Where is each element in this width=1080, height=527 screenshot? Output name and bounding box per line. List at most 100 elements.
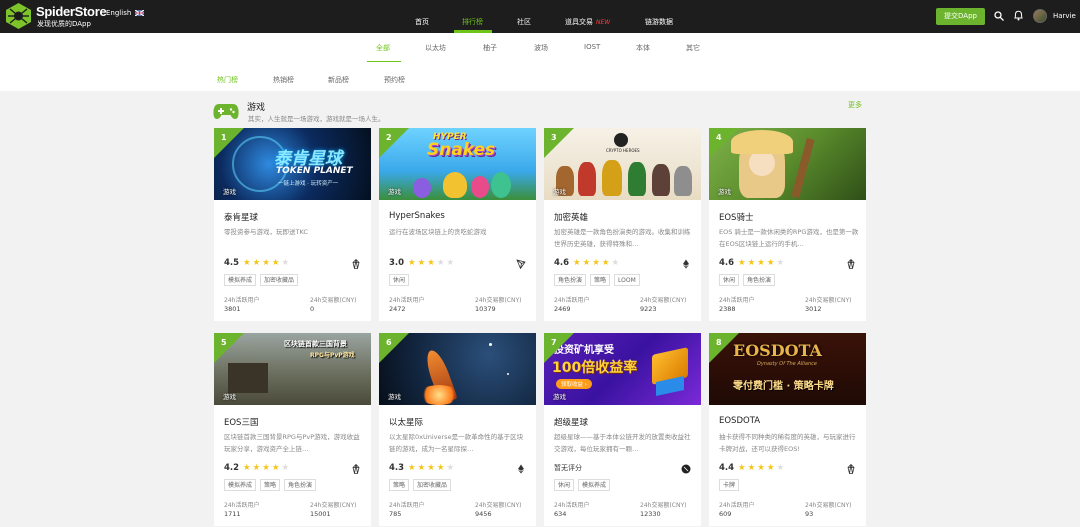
subtab-bestseller[interactable]: 热销榜 (273, 75, 294, 85)
users-value: 2388 (719, 305, 736, 313)
category-tag[interactable]: 角色扮演 (554, 274, 587, 286)
banner-text: TOKEN PLANET (276, 166, 353, 176)
rank-badge (214, 333, 244, 363)
star-empty-icon: ★ (446, 463, 457, 473)
nav-rankings[interactable]: 排行榜 (462, 17, 483, 27)
category-tag[interactable]: 策略 (590, 274, 611, 286)
category-tag[interactable]: 休闲 (719, 274, 740, 286)
rating-score: 4.5 (224, 258, 240, 268)
rank-number: 5 (221, 338, 227, 347)
category-active-indicator (367, 61, 401, 62)
ethereum-icon (683, 259, 689, 269)
card-title[interactable]: EOSDOTA (719, 416, 760, 426)
image-category-tag: 游戏 (223, 393, 236, 401)
category-tag[interactable]: 策略 (260, 479, 281, 491)
eos-icon (847, 464, 855, 474)
category-tab-ethereum[interactable]: 以太坊 (425, 43, 446, 53)
category-tag[interactable]: 加密收藏品 (260, 274, 299, 286)
users-label: 24h活跃用户 (224, 502, 260, 509)
dapp-card[interactable]: 投资矿机享受 100倍收益率 领取收益 › 7 游戏 超级星球 超级星球——基于… (544, 333, 701, 526)
category-tag[interactable]: 角色扮演 (284, 479, 317, 491)
more-link[interactable]: 更多 (848, 100, 862, 110)
card-title[interactable]: EOS骑士 (719, 211, 753, 223)
category-tab-other[interactable]: 其它 (686, 43, 700, 53)
banner-text: Dynasty Of The Alliance (757, 361, 817, 367)
nav-home[interactable]: 首页 (415, 17, 429, 27)
category-tag[interactable]: 角色扮演 (743, 274, 776, 286)
category-tag[interactable]: 卡牌 (719, 479, 740, 491)
category-tag[interactable]: 休闲 (389, 274, 410, 286)
volume-label: 24h交易额(CNY) (805, 297, 852, 304)
users-label: 24h活跃用户 (719, 297, 755, 304)
ethereum-icon (518, 464, 524, 474)
subtab-hot[interactable]: 热门榜 (217, 75, 238, 85)
category-tab-tron[interactable]: 波场 (534, 43, 548, 53)
category-tag[interactable]: LOOM (614, 274, 640, 286)
volume-value: 10379 (475, 305, 496, 313)
uk-flag-icon[interactable] (135, 10, 144, 16)
submit-dapp-button[interactable]: 提交DApp (936, 8, 985, 25)
dapp-card[interactable]: 6 游戏 以太星际 以太星际0xUniverse是一款革命性的基于区块链的游戏，… (379, 333, 536, 526)
username[interactable]: Harvie (1053, 12, 1076, 20)
subtab-new[interactable]: 新品榜 (328, 75, 349, 85)
category-tag[interactable]: 休闲 (554, 479, 575, 491)
section-title: 游戏 (247, 103, 266, 113)
user-avatar[interactable] (1033, 9, 1047, 23)
bell-icon[interactable] (1014, 10, 1023, 21)
category-tab-eos[interactable]: 柚子 (483, 43, 497, 53)
star-empty-icon: ★ (436, 258, 447, 268)
nav-game-data[interactable]: 链游数据 (645, 17, 673, 27)
star-filled-icon: ★ (271, 463, 282, 473)
users-label: 24h活跃用户 (554, 297, 590, 304)
top-navbar: SpiderStore 发现优质的DApp English 首页 排行榜 社区 … (0, 0, 1080, 33)
dapp-card[interactable]: 4 游戏 EOS骑士 EOS 骑士是一款休闲类的RPG游戏，也是第一款在EOS区… (709, 128, 866, 321)
dapp-card[interactable]: 泰肯星球 TOKEN PLANET 一链上游戏 · 玩转资产一 1 游戏 泰肯星… (214, 128, 371, 321)
search-icon[interactable] (994, 11, 1004, 21)
rank-number: 3 (551, 133, 557, 142)
volume-label: 24h交易额(CNY) (640, 502, 687, 509)
card-title[interactable]: 加密英雄 (554, 211, 588, 223)
users-value: 3801 (224, 305, 241, 313)
star-filled-icon: ★ (252, 463, 263, 473)
card-title[interactable]: 泰肯星球 (224, 211, 258, 223)
banner-text: 区块链首款三国背景 (284, 340, 347, 348)
star-filled-icon: ★ (436, 463, 447, 473)
star-filled-icon: ★ (262, 258, 272, 268)
spider-logo-icon[interactable] (6, 3, 31, 29)
category-tab-ontology[interactable]: 本体 (636, 43, 650, 53)
category-tab-all[interactable]: 全部 (376, 43, 390, 53)
dapp-card[interactable]: HYPER Snakes 2 游戏 HyperSnakes 运行在波场区块链上的… (379, 128, 536, 321)
star-filled-icon: ★ (417, 463, 428, 473)
tag-list: 休闲 (389, 274, 410, 286)
banner-text: EOSDOTA (733, 341, 822, 360)
nav-community[interactable]: 社区 (517, 17, 531, 27)
dapp-card[interactable]: CRYPTO HEROES 3 游戏 加密英雄 加密英雄是一款角色扮演类的游戏。… (544, 128, 701, 321)
rank-number: 7 (551, 338, 557, 347)
dapp-card[interactable]: 区块链首款三国背景 RPG与PvP游戏 5 游戏 EOS三国 区块链首款三国背景… (214, 333, 371, 526)
category-tag[interactable]: 加密收藏品 (413, 479, 452, 491)
category-tag[interactable]: 模拟养成 (578, 479, 611, 491)
image-category-tag: 游戏 (718, 188, 731, 196)
category-tag[interactable]: 模拟养成 (224, 274, 257, 286)
card-title[interactable]: 超级星球 (554, 416, 588, 428)
category-tag[interactable]: 策略 (389, 479, 410, 491)
users-label: 24h活跃用户 (389, 297, 425, 304)
dapp-card[interactable]: EOSDOTA Dynasty Of The Alliance 零付费门槛 · … (709, 333, 866, 526)
card-title[interactable]: 以太星际 (389, 416, 423, 428)
category-tag[interactable]: 模拟养成 (224, 479, 257, 491)
star-rating: ★★★★★ (738, 258, 786, 268)
users-value: 785 (389, 510, 402, 518)
star-filled-icon: ★ (271, 258, 282, 268)
brand-name[interactable]: SpiderStore (36, 4, 107, 19)
nav-item-trade[interactable]: 道具交易 NEW (565, 17, 610, 27)
volume-value: 93 (805, 510, 814, 518)
tag-list: 休闲 角色扮演 (719, 274, 776, 286)
subtab-reservation[interactable]: 预约榜 (384, 75, 405, 85)
card-title[interactable]: EOS三国 (224, 416, 258, 428)
language-switch[interactable]: English (106, 9, 131, 17)
rating-score: 4.6 (719, 258, 735, 268)
card-title[interactable]: HyperSnakes (389, 211, 445, 221)
banner-text: 零付费门槛 · 策略卡牌 (733, 381, 834, 392)
category-tab-iost[interactable]: IOST (584, 43, 600, 51)
card-description: 区块链首款三国背景RPG与PvP游戏，游戏收益玩家分享，游戏资产全上链… (224, 433, 360, 453)
